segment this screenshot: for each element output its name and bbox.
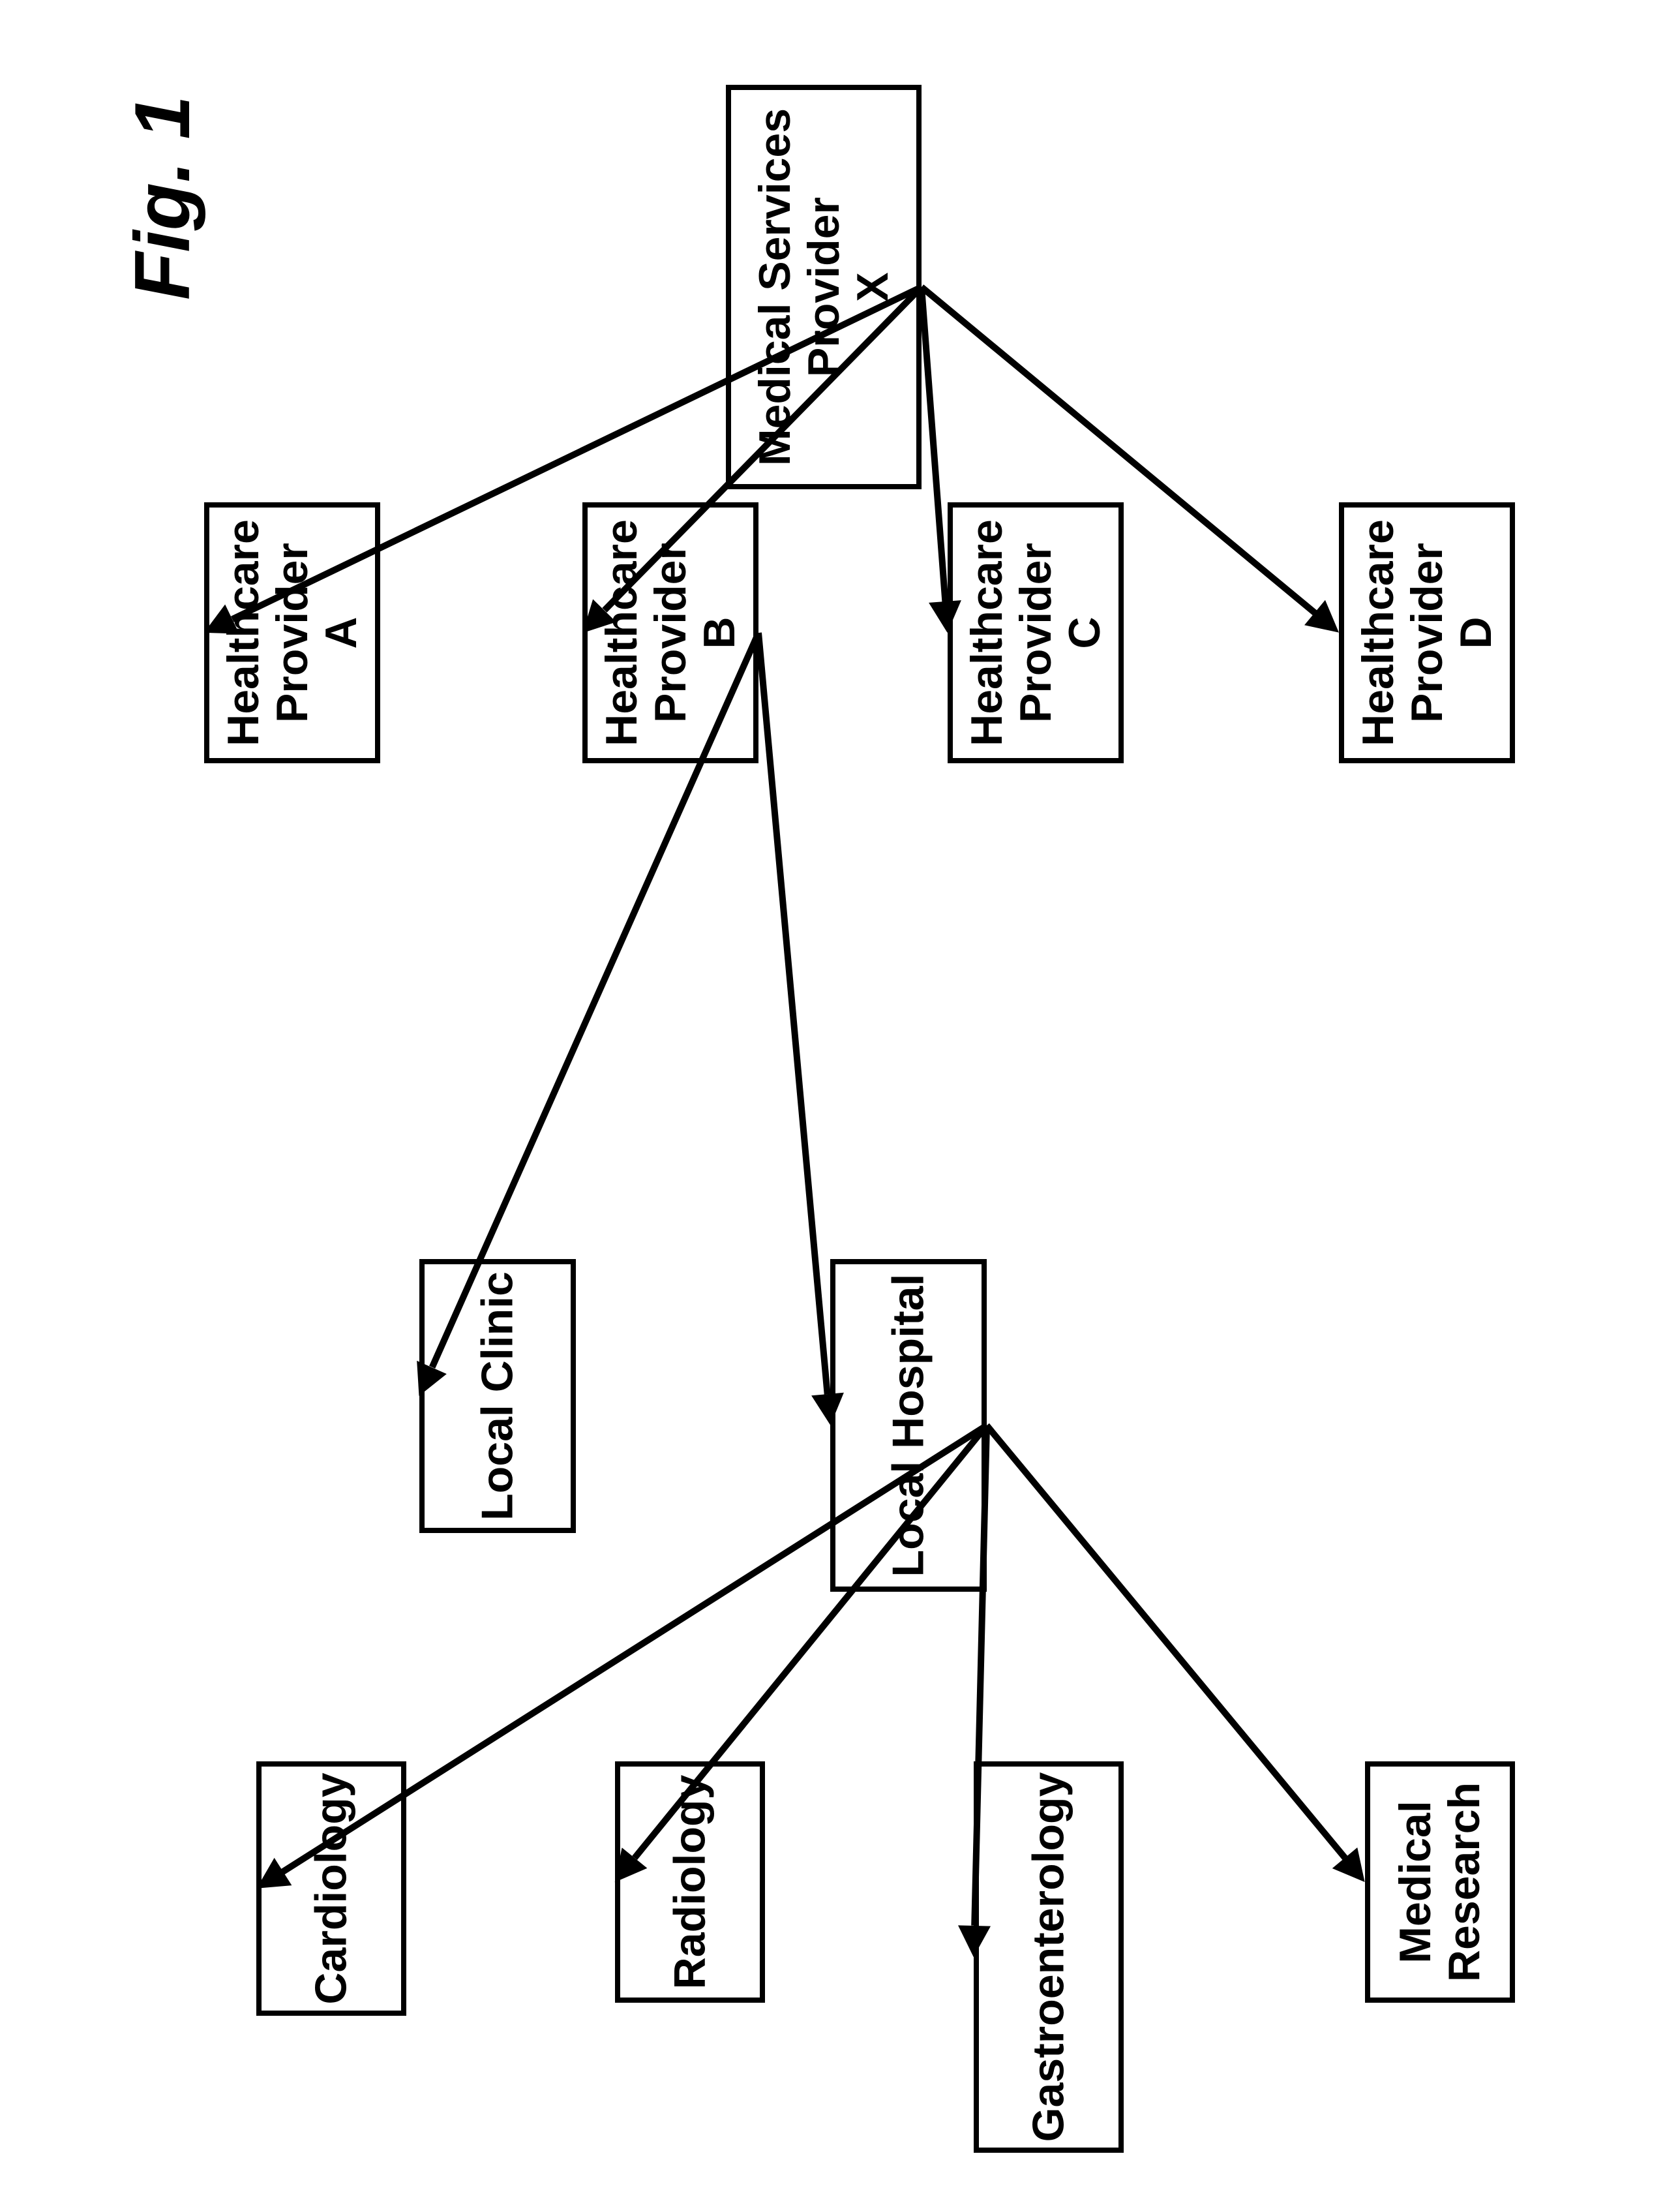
node-label: Gastroenterology xyxy=(1025,1772,1073,2142)
node-healthcare-provider-d: Healthcare Provider D xyxy=(1339,502,1515,763)
node-label: Local Clinic xyxy=(473,1271,522,1521)
node-label: Medical Research xyxy=(1391,1782,1489,1982)
figure-label: Fig. 1 xyxy=(117,96,207,300)
node-label: Medical Services Provider X xyxy=(751,108,897,466)
node-medical-services-provider-x: Medical Services Provider X xyxy=(726,85,922,489)
node-local-clinic: Local Clinic xyxy=(419,1259,576,1533)
edge-root-to-prov_c xyxy=(918,287,948,602)
arrowhead-icon xyxy=(811,1393,847,1427)
node-label: Healthcare Provider C xyxy=(963,519,1109,746)
node-radiology: Radiology xyxy=(615,1761,765,2003)
arrowhead-icon xyxy=(929,600,963,634)
node-medical-research: Medical Research xyxy=(1365,1761,1515,2003)
arrowhead-icon xyxy=(957,1925,991,1957)
node-local-hospital: Local Hospital xyxy=(830,1259,987,1592)
edge-hospital-to-radiology xyxy=(632,1423,989,1860)
node-gastroenterology: Gastroenterology xyxy=(974,1761,1124,2153)
edge-prov_b-to-hospital xyxy=(755,633,831,1395)
diagram-canvas: Fig. 1 Medical Services Provider X Healt… xyxy=(0,0,1680,2203)
node-label: Cardiology xyxy=(307,1772,356,2004)
node-label: Healthcare Provider A xyxy=(219,519,365,746)
node-label: Healthcare Provider D xyxy=(1354,519,1500,746)
node-healthcare-provider-c: Healthcare Provider C xyxy=(948,502,1124,763)
node-label: Local Hospital xyxy=(884,1274,933,1577)
